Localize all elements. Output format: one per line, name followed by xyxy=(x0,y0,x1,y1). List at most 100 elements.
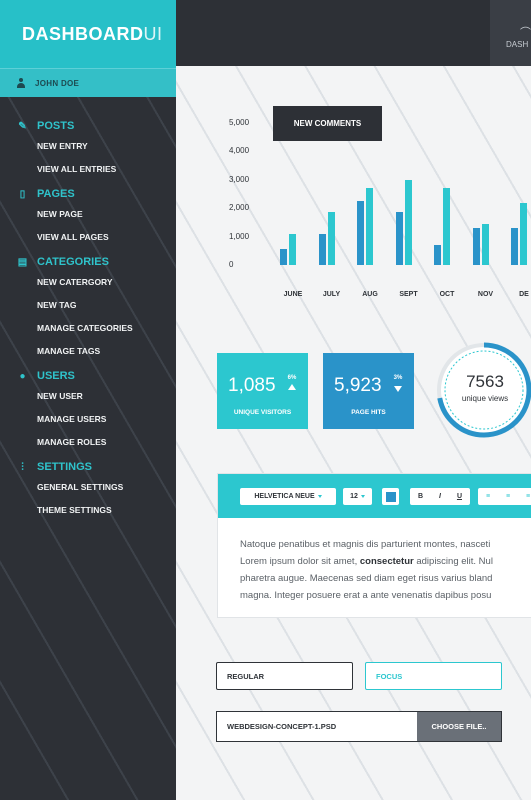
bold-button[interactable]: B xyxy=(418,493,423,500)
y-tick-label: 4,000 xyxy=(229,146,250,156)
sidebar-link[interactable]: VIEW ALL ENTRIES xyxy=(0,158,176,181)
text-editor: HELVETICA NEUE 12 B I U ≡ ≡ ≡ Natoque pe… xyxy=(217,473,531,618)
chart-bar xyxy=(318,233,326,265)
user-icon: ● xyxy=(19,370,26,382)
user-bar[interactable]: JOHN DOE xyxy=(0,68,176,97)
sidebar-section-label: POSTS xyxy=(37,120,75,132)
sidebar-section-label: USERS xyxy=(37,370,75,382)
stat-label: UNIQUE VISITORS xyxy=(233,409,292,416)
chart-bar xyxy=(280,249,287,265)
x-tick-label: JUNE xyxy=(283,291,303,298)
sidebar-item-pages[interactable]: ▯ PAGES xyxy=(0,185,176,203)
x-tick-label: DE xyxy=(519,291,529,298)
chart-bar xyxy=(443,188,450,265)
chart-bar xyxy=(520,202,527,265)
gauge-label: unique views xyxy=(461,394,509,403)
align-buttons: ≡ ≡ ≡ xyxy=(478,488,531,505)
sidebar-link[interactable]: THEME SETTINGS xyxy=(0,499,176,522)
underline-button[interactable]: U xyxy=(457,493,462,500)
nav-section-posts: ✎ POSTS NEW ENTRY VIEW ALL ENTRIES xyxy=(0,117,176,181)
nav-section-categories: ▤ CATEGORIES NEW CATERGORY NEW TAG MANAGE CA… xyxy=(0,253,176,363)
file-upload: WEBDESIGN-CONCEPT-1.PSD CHOOSE FILE.. xyxy=(216,711,502,742)
sidebar-link[interactable]: MANAGE ROLES xyxy=(0,431,176,454)
chart-bar xyxy=(327,212,335,265)
chart-bar xyxy=(289,233,296,265)
stat-percent: 6% xyxy=(287,375,297,381)
sidebar-item-categories[interactable]: ▤ CATEGORIES xyxy=(0,253,176,271)
y-tick-label: 2,000 xyxy=(229,203,250,213)
gauge-value: 7563 xyxy=(466,372,504,391)
sidebar: DASHBOARD UI JOHN DOE ✎ POSTS NEW ENTRY VIEW… xyxy=(0,0,176,800)
font-size-select[interactable]: 12 xyxy=(343,488,372,505)
x-tick-label: SEPT xyxy=(399,291,418,298)
sidebar-section-label: CATEGORIES xyxy=(37,256,109,268)
italic-button[interactable]: I xyxy=(439,493,441,500)
sidebar-link[interactable]: VIEW ALL PAGES xyxy=(0,226,176,249)
sidebar-link[interactable]: NEW PAGE xyxy=(0,203,176,226)
chart-bar xyxy=(472,228,480,265)
focus-input[interactable]: FOCUS xyxy=(365,662,502,690)
sidebar-link[interactable]: NEW ENTRY xyxy=(0,135,176,158)
editor-toolbar: HELVETICA NEUE 12 B I U ≡ ≡ ≡ xyxy=(218,474,531,518)
new-comments-button[interactable]: NEW COMMENTS xyxy=(273,106,382,141)
y-tick-label: 0 xyxy=(229,260,234,269)
sidebar-link[interactable]: MANAGE TAGS xyxy=(0,340,176,363)
categories-icon: ▤ xyxy=(17,256,28,268)
regular-input-value: REGULAR xyxy=(227,671,265,681)
tab-dashboard[interactable]: ⌒ DASH xyxy=(490,0,531,66)
stat-unique-visitors: 1,085 6% UNIQUE VISITORS xyxy=(217,353,308,429)
sidebar-link[interactable]: GENERAL SETTINGS xyxy=(0,476,176,499)
nav-section-users: ● USERS NEW USER MANAGE USERS MANAGE ROLES xyxy=(0,367,176,454)
editor-line: pharetra augue. Maecenas sed diam eget r… xyxy=(240,573,493,584)
focus-input-value: FOCUS xyxy=(376,671,403,681)
sidebar-link[interactable]: MANAGE USERS xyxy=(0,408,176,431)
font-family-select[interactable]: HELVETICA NEUE xyxy=(240,488,336,505)
page-icon: ▯ xyxy=(19,188,26,200)
color-picker[interactable] xyxy=(382,488,399,505)
x-tick-label: NOV xyxy=(477,291,494,298)
sidebar-section-label: SETTINGS xyxy=(37,461,93,473)
align-left-icon[interactable]: ≡ xyxy=(486,493,490,500)
y-tick-label: 1,000 xyxy=(229,231,250,241)
chart-bar xyxy=(366,188,373,265)
y-tick-label: 3,000 xyxy=(229,174,250,184)
sidebar-link[interactable]: MANAGE CATEGORIES xyxy=(0,317,176,340)
comments-chart: NEW COMMENTS 5,000 4,000 3,000 2,000 1,000 0 J… xyxy=(176,66,531,326)
arrow-up-icon xyxy=(288,384,296,390)
x-tick-label: OCT xyxy=(439,291,455,298)
pencil-icon: ✎ xyxy=(18,120,27,132)
user-icon xyxy=(16,78,26,88)
unique-views-gauge: 7563 unique views xyxy=(434,340,531,440)
format-buttons: B I U xyxy=(410,488,470,505)
brand-logo[interactable]: DASHBOARD UI xyxy=(0,0,176,68)
x-tick-label: AUG xyxy=(362,291,378,298)
align-right-icon[interactable]: ≡ xyxy=(526,493,530,500)
stat-label: PAGE HITS xyxy=(351,409,386,416)
nav-section-pages: ▯ PAGES NEW PAGE VIEW ALL PAGES xyxy=(0,185,176,249)
editor-content[interactable]: Natoque penatibus et magnis dis parturie… xyxy=(218,518,531,604)
choose-file-button[interactable]: CHOOSE FILE.. xyxy=(417,712,501,741)
chart-bar xyxy=(404,179,412,265)
sidebar-item-users[interactable]: ● USERS xyxy=(0,367,176,385)
sidebar-link[interactable]: NEW USER xyxy=(0,385,176,408)
chart-bar xyxy=(481,223,489,265)
dashboard-icon: ⌒ xyxy=(520,27,531,39)
brand-light: UI xyxy=(143,23,163,44)
sidebar-link[interactable]: NEW TAG xyxy=(0,294,176,317)
settings-icon: ⫶ xyxy=(21,461,24,473)
stat-percent: 3% xyxy=(393,375,403,381)
brand-bold: DASHBOARD xyxy=(22,23,144,44)
chart-bar xyxy=(357,201,364,265)
regular-input[interactable]: REGULAR xyxy=(216,662,353,690)
tab-dashboard-label: DASH xyxy=(506,40,529,49)
top-bar: ⌒ DASH xyxy=(176,0,531,66)
main-content: NEW COMMENTS 5,000 4,000 3,000 2,000 1,000 0 J… xyxy=(176,66,531,800)
sidebar-link[interactable]: NEW CATERGORY xyxy=(0,271,176,294)
file-name-field[interactable]: WEBDESIGN-CONCEPT-1.PSD xyxy=(217,712,417,741)
align-center-icon[interactable]: ≡ xyxy=(506,493,510,500)
sidebar-item-posts[interactable]: ✎ POSTS xyxy=(0,117,176,135)
sidebar-item-settings[interactable]: ⫶ SETTINGS xyxy=(0,458,176,476)
chart-bar xyxy=(395,212,403,265)
stat-value: 1,085 xyxy=(228,375,276,396)
font-size-value: 12 xyxy=(350,493,358,500)
